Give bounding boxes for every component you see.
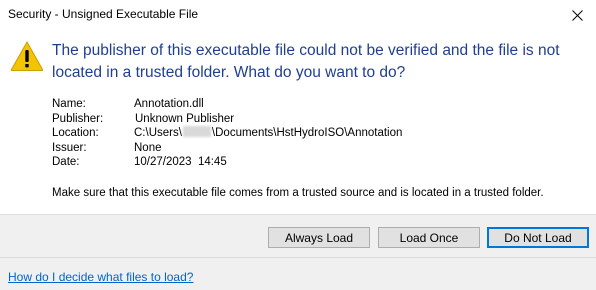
security-dialog: Security - Unsigned Executable File The … bbox=[0, 0, 596, 290]
location-suffix: \Documents\HstHydroISO\Annotation bbox=[211, 127, 403, 140]
dialog-footer: Always Load Load Once Do Not Load How do… bbox=[0, 214, 596, 290]
publisher-value: Unknown Publisher bbox=[135, 112, 235, 125]
footer-divider bbox=[0, 257, 596, 258]
name-value: Annotation.dll bbox=[134, 98, 204, 110]
issuer-value: None bbox=[134, 141, 162, 154]
publisher-label: Publisher: bbox=[52, 112, 104, 125]
date-value: 10/27/2023 14:45 bbox=[134, 156, 227, 169]
name-label: Name: bbox=[52, 98, 86, 110]
trust-note: Make sure that this executable file come… bbox=[52, 187, 544, 199]
redacted-username bbox=[182, 126, 211, 138]
detail-row-date: Date: 10/27/2023 14:45 bbox=[52, 155, 402, 170]
location-value: C:\Users\ \Documents\HstHydroISO\Annotati… bbox=[134, 126, 402, 141]
detail-row-issuer: Issuer: None bbox=[52, 141, 402, 156]
load-once-button[interactable]: Load Once bbox=[378, 227, 480, 248]
dialog-headline: The publisher of this executable file co… bbox=[52, 42, 560, 81]
help-link[interactable]: How do I decide what files to load? bbox=[8, 270, 193, 284]
location-label: Location: bbox=[52, 127, 99, 140]
location-prefix: C:\Users\ bbox=[134, 127, 182, 140]
file-details: Name: Annotation.dll Publisher: Unknown … bbox=[52, 97, 402, 170]
detail-row-name: Name: Annotation.dll bbox=[52, 97, 402, 112]
warning-icon bbox=[10, 40, 44, 71]
date-label: Date: bbox=[52, 156, 80, 169]
detail-row-publisher: Publisher: Unknown Publisher bbox=[52, 112, 402, 127]
close-icon bbox=[571, 9, 583, 21]
window-title: Security - Unsigned Executable File bbox=[8, 7, 199, 21]
detail-row-location: Location: C:\Users\ \Documents\HstHydroIS… bbox=[52, 126, 402, 141]
close-button[interactable] bbox=[558, 0, 596, 30]
issuer-label: Issuer: bbox=[52, 141, 87, 154]
title-bar: Security - Unsigned Executable File bbox=[0, 0, 596, 30]
always-load-button[interactable]: Always Load bbox=[268, 227, 370, 248]
do-not-load-button[interactable]: Do Not Load bbox=[487, 227, 589, 248]
